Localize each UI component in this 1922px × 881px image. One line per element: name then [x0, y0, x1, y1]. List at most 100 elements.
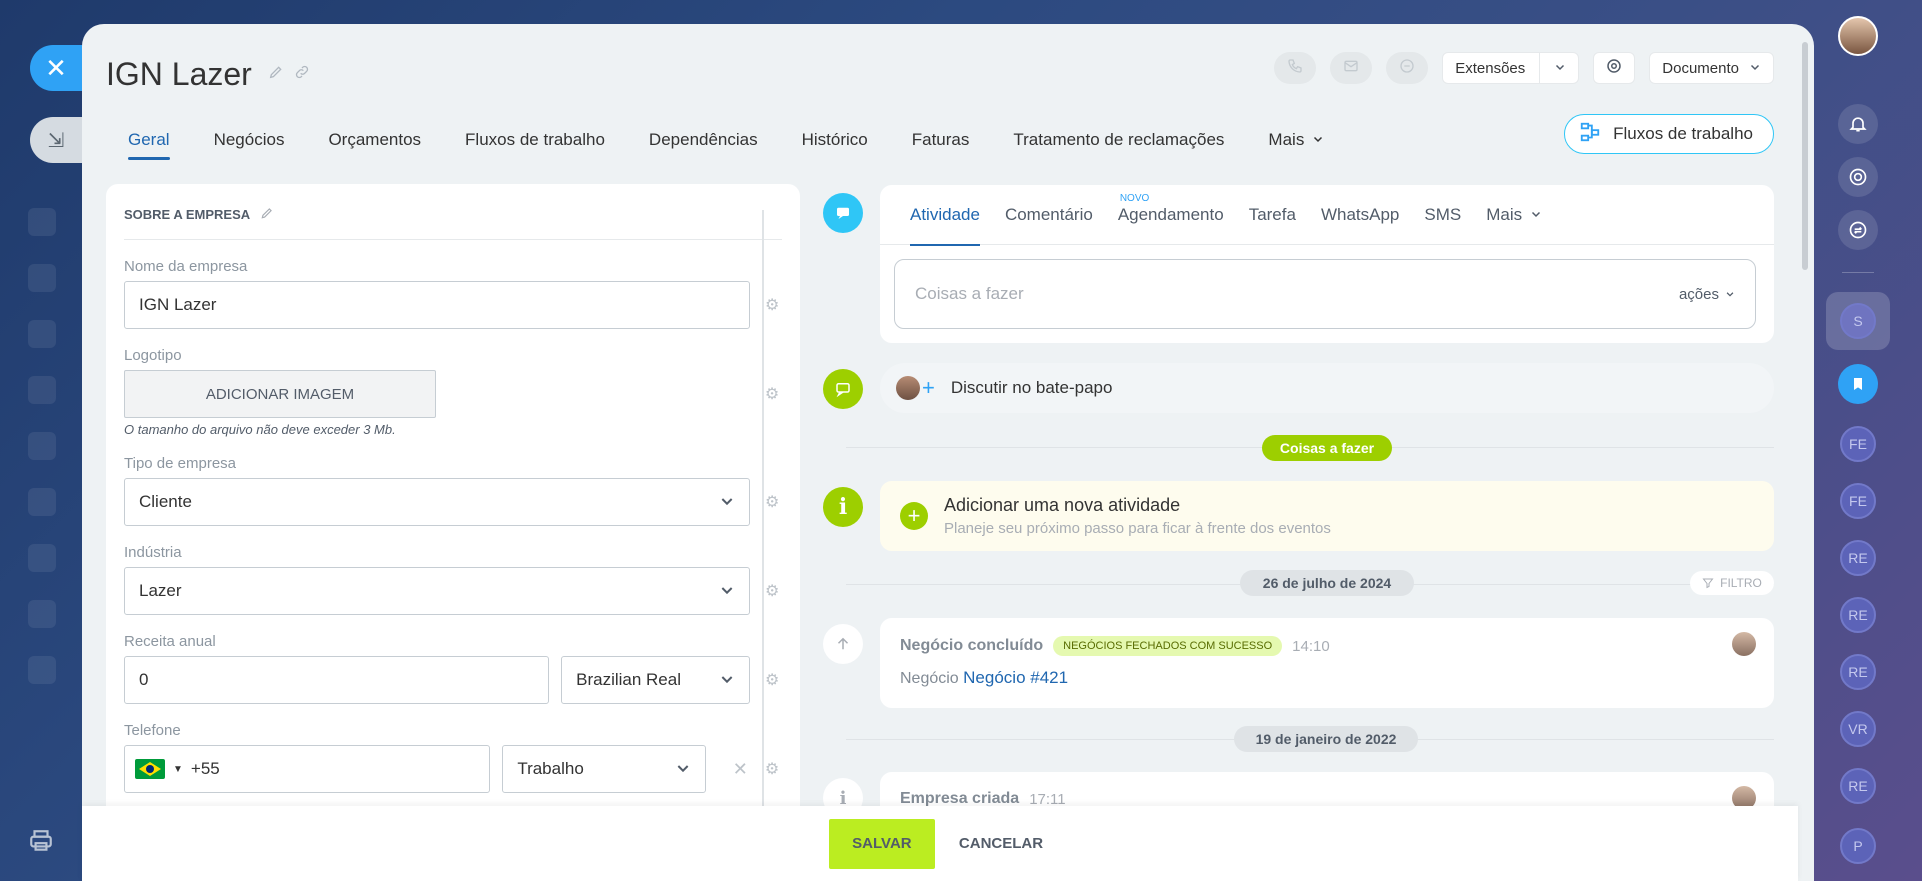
chevron-down-icon [719, 582, 735, 603]
gear-icon[interactable]: ⚙ [762, 581, 782, 601]
discuss-chat-card[interactable]: + Discutir no bate-papo [880, 363, 1774, 413]
rail-user-re[interactable]: RE [1840, 654, 1876, 690]
tab-orcamentos[interactable]: Orçamentos [306, 120, 443, 160]
chat-sync-icon[interactable] [1838, 210, 1878, 250]
gear-icon[interactable]: ⚙ [762, 670, 782, 690]
rail-user-re[interactable]: RE [1840, 768, 1876, 804]
company-slider: IGN Lazer Extensões Documento Geral Negó… [82, 24, 1814, 881]
file-size-hint: O tamanho do arquivo não deve exceder 3 … [124, 422, 396, 437]
tab-sms[interactable]: SMS [1424, 185, 1461, 245]
tab-whatsapp[interactable]: WhatsApp [1321, 185, 1399, 245]
rail-user-p[interactable]: P [1840, 828, 1876, 864]
tab-reclamacoes[interactable]: Tratamento de reclamações [991, 120, 1246, 160]
brazil-flag-icon[interactable] [135, 759, 165, 779]
tab-mais-activity[interactable]: Mais [1486, 185, 1542, 245]
chevron-down-icon [719, 493, 735, 514]
actions-dropdown[interactable]: ações [1679, 286, 1735, 303]
print-icon[interactable] [28, 828, 54, 854]
scrollbar[interactable] [1802, 42, 1808, 270]
gear-icon[interactable]: ⚙ [762, 384, 782, 404]
add-image-button[interactable]: ADICIONAR IMAGEM [124, 370, 436, 418]
filter-button[interactable]: FILTRO [1690, 571, 1774, 595]
chat-timeline-icon [823, 369, 863, 409]
tab-tarefa[interactable]: Tarefa [1249, 185, 1296, 245]
tab-historico[interactable]: Histórico [780, 120, 890, 160]
tab-fluxos[interactable]: Fluxos de trabalho [443, 120, 627, 160]
save-button[interactable]: SALVAR [828, 818, 935, 869]
cancel-button[interactable]: CANCELAR [951, 835, 1051, 852]
extensions-label: Extensões [1455, 59, 1526, 77]
rail-user-fe[interactable]: FE [1840, 426, 1876, 462]
plus-icon[interactable]: + [922, 375, 935, 401]
activity-editor-card: Atividade Comentário NOVO Agendamento Ta… [880, 185, 1774, 343]
rail-user-re[interactable]: RE [1840, 597, 1876, 633]
caret-down-icon[interactable]: ▼ [173, 764, 183, 775]
pencil-icon[interactable] [260, 206, 274, 223]
tab-atividade[interactable]: Atividade [910, 185, 980, 246]
industry-select[interactable]: Lazer [124, 567, 751, 615]
bell-icon[interactable] [1838, 104, 1878, 144]
pencil-icon[interactable] [268, 64, 284, 85]
phone-icon [1287, 58, 1303, 79]
phone-input[interactable]: ▼ +55 [124, 745, 491, 793]
link-icon[interactable] [294, 64, 310, 85]
extensions-dropdown[interactable]: Extensões [1442, 52, 1580, 84]
chevron-down-icon [1554, 60, 1566, 77]
target-icon[interactable] [1838, 157, 1878, 197]
tab-agendamento[interactable]: NOVO Agendamento [1118, 185, 1224, 245]
background-sidebar [0, 180, 80, 780]
event-title: Negócio concluído [900, 637, 1044, 654]
phone-type-select[interactable]: Trabalho [502, 745, 707, 793]
company-type-select[interactable]: Cliente [124, 478, 751, 526]
tab-dependencias[interactable]: Dependências [627, 120, 780, 160]
date-separator: 26 de julho de 2024 [1240, 570, 1414, 596]
deal-link[interactable]: Negócio #421 [963, 668, 1068, 687]
gear-icon[interactable]: ⚙ [762, 759, 782, 779]
workflows-button[interactable]: Fluxos de trabalho [1564, 114, 1774, 154]
gear-icon [1605, 57, 1623, 80]
company-name-label: Nome da empresa [124, 258, 248, 275]
gear-icon[interactable]: ⚙ [762, 295, 782, 315]
workflows-button-label: Fluxos de trabalho [1613, 124, 1753, 143]
revenue-label: Receita anual [124, 633, 216, 650]
document-dropdown[interactable]: Documento [1649, 52, 1774, 84]
avatar[interactable] [1838, 16, 1878, 56]
add-activity-card[interactable]: + Adicionar uma nova atividade Planeje s… [880, 481, 1774, 551]
tab-mais[interactable]: Mais [1246, 120, 1346, 160]
new-badge: NOVO [1119, 192, 1150, 204]
date-separator: 19 de janeiro de 2022 [1234, 726, 1418, 752]
todo-input[interactable]: Coisas a fazer ações [894, 259, 1756, 329]
rail-user-re[interactable]: RE [1840, 540, 1876, 576]
tab-comentario[interactable]: Comentário [1005, 185, 1093, 245]
chevron-down-icon [1530, 205, 1542, 225]
industry-label: Indústria [124, 544, 182, 561]
gear-icon[interactable]: ⚙ [762, 492, 782, 512]
settings-button[interactable] [1593, 52, 1636, 84]
discuss-chat-label: Discutir no bate-papo [950, 378, 1113, 397]
tab-negocios[interactable]: Negócios [192, 120, 307, 160]
currency-select[interactable]: Brazilian Real [561, 656, 751, 704]
rail-user-vr[interactable]: VR [1840, 711, 1876, 747]
chevron-down-icon [719, 671, 735, 692]
rail-user-s[interactable]: S [1840, 303, 1876, 339]
form-footer: SALVAR CANCELAR [82, 806, 1798, 881]
minimize-slider-button[interactable]: ⇲ [30, 117, 82, 163]
close-slider-button[interactable]: ✕ [30, 45, 82, 91]
tab-geral[interactable]: Geral [106, 120, 192, 160]
plus-icon[interactable]: + [900, 502, 928, 530]
tab-faturas[interactable]: Faturas [890, 120, 992, 160]
deal-closed-event: Negócio concluído NEGÓCIOS FECHADOS COM … [880, 618, 1774, 708]
remove-icon[interactable]: ✕ [730, 759, 750, 780]
call-button[interactable] [1274, 52, 1317, 84]
activity-tabs: Atividade Comentário NOVO Agendamento Ta… [880, 185, 1774, 246]
company-name-input[interactable]: IGN Lazer [124, 281, 751, 329]
timeline-line [762, 210, 764, 860]
bookmark-icon[interactable] [1838, 364, 1878, 404]
rail-user-fe[interactable]: FE [1840, 483, 1876, 519]
chat-button[interactable] [1386, 52, 1429, 84]
header-toolbar: Extensões Documento [1274, 52, 1774, 84]
avatar [1732, 632, 1756, 656]
revenue-input[interactable]: 0 [124, 656, 550, 704]
document-label: Documento [1662, 59, 1739, 77]
email-button[interactable] [1330, 52, 1373, 84]
